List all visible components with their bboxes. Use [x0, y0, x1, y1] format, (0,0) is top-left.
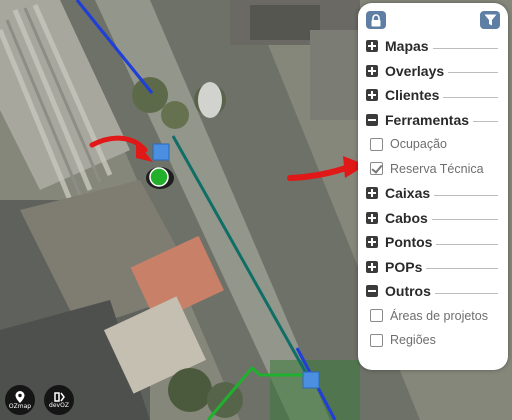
option-regioes[interactable]: Regiões: [366, 328, 500, 353]
section-label: Overlays: [385, 62, 445, 79]
option-reserva-tecnica[interactable]: Reserva Técnica: [366, 157, 500, 182]
section-overlays[interactable]: Overlays: [366, 59, 500, 84]
section-clientes[interactable]: Clientes: [366, 83, 500, 108]
section-label: Pontos: [385, 234, 433, 251]
section-outros[interactable]: Outros: [366, 279, 500, 304]
divider: [434, 292, 498, 294]
expand-icon[interactable]: [366, 40, 378, 53]
section-label: Clientes: [385, 87, 440, 104]
logo-text: devOZ: [49, 402, 69, 409]
divider: [431, 219, 498, 221]
section-mapas[interactable]: Mapas: [366, 34, 500, 59]
collapse-icon[interactable]: [366, 285, 378, 298]
option-areas-de-projetos[interactable]: Áreas de projetos: [366, 304, 500, 329]
option-label: Áreas de projetos: [390, 308, 488, 323]
devoz-logo[interactable]: devOZ: [44, 385, 74, 415]
expand-icon[interactable]: [366, 211, 378, 224]
divider: [432, 47, 498, 49]
section-caixas[interactable]: Caixas: [366, 181, 500, 206]
box-marker: [302, 371, 320, 389]
divider: [443, 96, 498, 98]
divider: [426, 268, 498, 270]
section-pontos[interactable]: Pontos: [366, 230, 500, 255]
divider: [473, 121, 498, 123]
collapse-icon[interactable]: [366, 113, 378, 126]
option-ocupacao[interactable]: Ocupação: [366, 132, 500, 157]
checkbox[interactable]: [370, 137, 383, 151]
section-label: Caixas: [385, 185, 431, 202]
expand-icon[interactable]: [366, 89, 378, 102]
checkbox[interactable]: [370, 333, 383, 347]
section-pops[interactable]: POPs: [366, 255, 500, 280]
expand-icon[interactable]: [366, 260, 378, 273]
checkbox-checked[interactable]: [370, 162, 383, 176]
panel-toolbar: [366, 9, 500, 31]
logo-text: OZmap: [8, 403, 32, 410]
lock-icon[interactable]: [366, 11, 386, 29]
expand-icon[interactable]: [366, 236, 378, 249]
ozmap-logo[interactable]: OZmap: [5, 385, 35, 415]
box-marker: [152, 143, 170, 161]
divider: [434, 194, 498, 196]
option-label: Ocupação: [390, 137, 447, 152]
expand-icon[interactable]: [366, 64, 378, 77]
divider: [448, 72, 498, 74]
section-label: Outros: [385, 283, 431, 300]
section-label: POPs: [385, 258, 423, 275]
section-cabos[interactable]: Cabos: [366, 206, 500, 231]
section-label: Ferramentas: [385, 111, 470, 128]
section-label: Cabos: [385, 209, 428, 226]
option-label: Regiões: [390, 333, 436, 348]
section-ferramentas[interactable]: Ferramentas: [366, 108, 500, 133]
reserve-marker: [149, 167, 169, 187]
layers-panel: Mapas Overlays Clientes Ferramentas Ocup…: [358, 3, 508, 370]
map-pin-icon: [15, 391, 25, 403]
section-label: Mapas: [385, 38, 429, 55]
option-label: Reserva Técnica: [390, 161, 484, 176]
expand-icon[interactable]: [366, 187, 378, 200]
filter-icon[interactable]: [480, 11, 500, 29]
checkbox[interactable]: [370, 309, 383, 323]
divider: [436, 243, 498, 245]
